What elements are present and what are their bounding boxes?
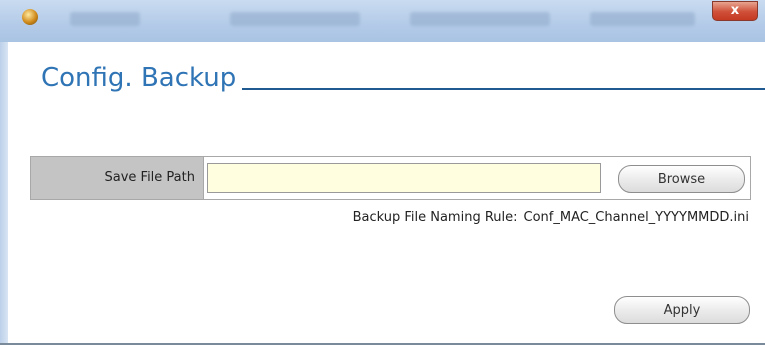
- save-path-row: Save File Path Browse: [30, 156, 751, 200]
- blurred-title-text: [230, 12, 360, 26]
- config-backup-window: x Config. Backup Save File Path Browse B…: [0, 0, 765, 345]
- naming-rule-label: Backup File Naming Rule:: [352, 210, 518, 225]
- apply-button[interactable]: Apply: [614, 296, 750, 324]
- window-frame-left: [0, 42, 8, 345]
- save-path-label-cell: Save File Path: [31, 157, 204, 199]
- save-path-label: Save File Path: [104, 170, 196, 185]
- close-icon: x: [730, 3, 740, 18]
- save-path-input[interactable]: [207, 163, 601, 193]
- close-button[interactable]: x: [712, 1, 758, 21]
- naming-rule-value: Conf_MAC_Channel_YYYYMMDD.ini: [523, 210, 750, 225]
- blurred-title-text: [590, 12, 695, 26]
- title-bar: x: [0, 0, 765, 42]
- blurred-title-text: [410, 12, 550, 26]
- title-divider: [242, 88, 765, 90]
- section-title: Config. Backup: [41, 63, 237, 93]
- app-icon: [22, 9, 38, 25]
- blurred-title-text: [70, 12, 140, 26]
- browse-button[interactable]: Browse: [618, 165, 745, 193]
- naming-rule-text: Backup File Naming Rule: Conf_MAC_Channel…: [353, 210, 749, 225]
